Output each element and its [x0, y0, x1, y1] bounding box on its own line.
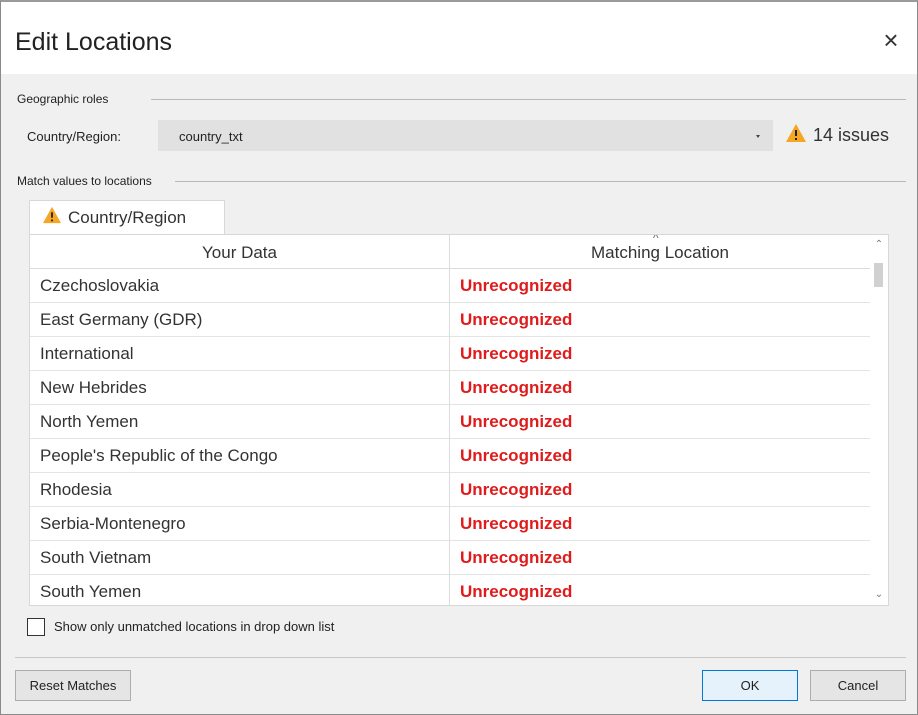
geographic-role-select[interactable]: country_txt: [158, 120, 773, 151]
matching-location-cell[interactable]: Unrecognized: [450, 269, 870, 303]
scroll-up-icon[interactable]: ⌃: [870, 237, 888, 253]
cancel-button[interactable]: Cancel: [810, 670, 906, 701]
country-region-field-label: Country/Region:: [27, 129, 121, 144]
matching-location-cell[interactable]: Unrecognized: [450, 371, 870, 405]
edit-locations-dialog: Edit Locations × Geographic roles Countr…: [0, 0, 918, 715]
section-divider: [151, 99, 906, 100]
chevron-down-icon: [756, 135, 760, 138]
your-data-cell: Serbia-Montenegro: [30, 507, 450, 541]
your-data-cell: Czechoslovakia: [30, 269, 450, 303]
matching-location-cell[interactable]: Unrecognized: [450, 439, 870, 473]
sort-caret-icon: ^: [653, 234, 659, 245]
table-row[interactable]: Czechoslovakia Unrecognized: [30, 269, 870, 303]
unmatched-only-label: Show only unmatched locations in drop do…: [54, 619, 335, 634]
dialog-title: Edit Locations: [15, 28, 173, 56]
geographic-role-select-value: country_txt: [179, 129, 243, 144]
geographic-roles-label: Geographic roles: [17, 92, 111, 106]
scroll-down-icon[interactable]: ⌄: [870, 587, 888, 603]
your-data-cell: North Yemen: [30, 405, 450, 439]
issues-indicator: 14 issues: [785, 123, 889, 147]
your-data-cell: New Hebrides: [30, 371, 450, 405]
matching-location-cell[interactable]: Unrecognized: [450, 303, 870, 337]
your-data-cell: South Vietnam: [30, 541, 450, 575]
column-header-your-data[interactable]: Your Data: [30, 235, 450, 269]
your-data-cell: People's Republic of the Congo: [30, 439, 450, 473]
your-data-cell: International: [30, 337, 450, 371]
table-row[interactable]: East Germany (GDR) Unrecognized: [30, 303, 870, 337]
column-header-matching-location[interactable]: Matching Location: [450, 235, 870, 269]
tab-label: Country/Region: [68, 207, 187, 227]
matching-location-cell[interactable]: Unrecognized: [450, 541, 870, 575]
vertical-scrollbar[interactable]: ⌃ ⌄: [870, 235, 888, 605]
your-data-cell: East Germany (GDR): [30, 303, 450, 337]
close-icon[interactable]: ×: [879, 27, 903, 53]
table-row[interactable]: International Unrecognized: [30, 337, 870, 371]
table-row[interactable]: Rhodesia Unrecognized: [30, 473, 870, 507]
issues-count: 14 issues: [813, 124, 890, 145]
matching-location-cell[interactable]: Unrecognized: [450, 575, 870, 605]
unmatched-only-checkbox[interactable]: [27, 618, 45, 636]
tab-country-region[interactable]: Country/Region: [29, 200, 225, 234]
ok-button[interactable]: OK: [702, 670, 798, 701]
matching-location-cell[interactable]: Unrecognized: [450, 405, 870, 439]
title-bar: Edit Locations ×: [1, 2, 917, 74]
table-row[interactable]: New Hebrides Unrecognized: [30, 371, 870, 405]
matching-location-cell[interactable]: Unrecognized: [450, 507, 870, 541]
your-data-cell: South Yemen: [30, 575, 450, 605]
your-data-cell: Rhodesia: [30, 473, 450, 507]
match-values-label: Match values to locations: [17, 174, 154, 188]
table-header: Your Data Matching Location ^: [30, 235, 870, 269]
scrollbar-thumb[interactable]: [874, 263, 883, 287]
table-row[interactable]: South Vietnam Unrecognized: [30, 541, 870, 575]
table-row[interactable]: South Yemen Unrecognized: [30, 575, 870, 605]
warning-icon: [785, 123, 807, 148]
footer-divider: [15, 657, 906, 658]
table-row[interactable]: North Yemen Unrecognized: [30, 405, 870, 439]
warning-icon: [42, 206, 62, 229]
locations-table: Your Data Matching Location ^ Czechoslov…: [29, 234, 889, 606]
matching-location-cell[interactable]: Unrecognized: [450, 337, 870, 371]
reset-matches-button[interactable]: Reset Matches: [15, 670, 131, 701]
matching-location-cell[interactable]: Unrecognized: [450, 473, 870, 507]
table-row[interactable]: People's Republic of the Congo Unrecogni…: [30, 439, 870, 473]
table-row[interactable]: Serbia-Montenegro Unrecognized: [30, 507, 870, 541]
section-divider: [175, 181, 906, 182]
